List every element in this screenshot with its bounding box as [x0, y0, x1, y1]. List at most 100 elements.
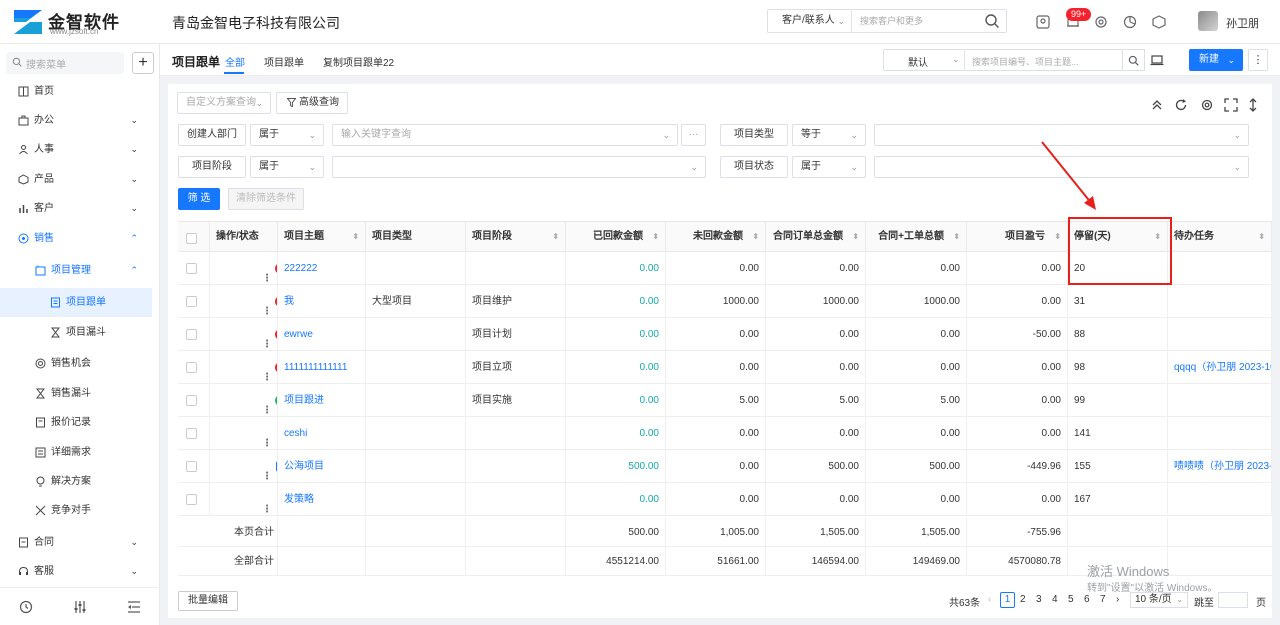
more-actions-icon[interactable]: ⋮ [262, 295, 272, 318]
page-6[interactable]: 6 [1084, 594, 1090, 605]
row-checkbox[interactable] [186, 428, 197, 439]
header-select-all[interactable] [178, 222, 210, 252]
column-header-subject[interactable]: 项目主题 ⬍ [278, 222, 366, 252]
global-search-input[interactable]: 搜索客户和更多 [860, 10, 923, 32]
add-menu-button[interactable]: + [132, 52, 154, 74]
sidebar-item-home[interactable]: 首页 [0, 77, 160, 106]
filter-op-creator-dept[interactable]: 属于 ⌄ [250, 124, 324, 146]
page-1[interactable]: 1 [1000, 592, 1015, 608]
table-row[interactable]: ⋮ 公海项目 500.00 0.00 500.00 500.00 -449.96 155 啧啧啧… [178, 450, 1272, 483]
sidebar-item-customer[interactable]: 客户 ⌄ [0, 194, 160, 223]
pie-chart-icon[interactable] [1121, 12, 1139, 32]
page-size-select[interactable]: 10 条/页 ⌄ [1130, 592, 1188, 608]
sidebar-item-office[interactable]: 办公 ⌄ [0, 106, 160, 135]
tab-all[interactable]: 全部 [225, 54, 245, 69]
sidebar-item-sales-opportunity[interactable]: 销售机会 [0, 349, 160, 378]
laptop-icon[interactable] [1150, 53, 1164, 67]
more-actions-icon[interactable]: ⋮ [262, 493, 272, 516]
project-search-button[interactable] [1123, 49, 1145, 71]
sidebar-item-contract[interactable]: 合同 ⌄ [0, 528, 160, 557]
more-actions-icon[interactable]: ⋮ [262, 328, 272, 351]
sidebar-item-quotes[interactable]: 报价记录 [0, 408, 160, 437]
cell-subject[interactable]: ewrwe [278, 318, 366, 351]
fullscreen-icon[interactable] [1224, 98, 1238, 112]
sidebar-item-project-tracking[interactable]: 项目跟单 [0, 288, 152, 317]
more-actions-icon[interactable]: ⋮ [262, 460, 272, 483]
sidebar-item-sales[interactable]: 销售 ⌃ [0, 224, 160, 253]
contacts-icon[interactable] [1034, 12, 1052, 32]
cell-subject[interactable]: 项目跟进 [278, 384, 366, 417]
row-checkbox[interactable] [186, 296, 197, 307]
next-page-button[interactable]: › [1116, 594, 1119, 605]
column-header-profit[interactable]: 项目盈亏 ⬍ [967, 222, 1068, 252]
cell-subject[interactable]: 发策略 [278, 483, 366, 516]
filter-value-creator-dept[interactable]: 输入关键字查询 ⌄ [332, 124, 678, 146]
more-actions-icon[interactable]: ⋮ [262, 361, 272, 384]
cell-subject[interactable]: 222222 [278, 252, 366, 285]
sort-icon[interactable]: ⬍ [652, 222, 659, 252]
sidebar-item-hr[interactable]: 人事 ⌄ [0, 135, 160, 164]
column-header-received[interactable]: 已回款金额 ⬍ [566, 222, 666, 252]
filter-op-project-status[interactable]: 属于 ⌄ [792, 156, 866, 178]
search-type-select[interactable]: 客户/联系人 ⌄ [768, 10, 852, 32]
sidebar-item-solutions[interactable]: 解决方案 [0, 467, 160, 496]
row-checkbox[interactable] [186, 362, 197, 373]
column-header-unreceived[interactable]: 未回款金额 ⬍ [666, 222, 766, 252]
row-height-icon[interactable] [1246, 98, 1260, 112]
filter-value-project-stage[interactable]: ⌄ [332, 156, 706, 178]
sidebar-item-competitors[interactable]: 竞争对手 [0, 496, 160, 525]
column-header-contract[interactable]: 合同订单总金额 ⬍ [766, 222, 866, 252]
menu-search-input[interactable]: 搜索菜单 [6, 52, 124, 74]
select-all-checkbox[interactable] [186, 233, 197, 244]
page-7[interactable]: 7 [1100, 594, 1106, 605]
gear-icon[interactable] [1200, 98, 1214, 112]
collapse-menu-icon[interactable] [127, 600, 141, 614]
collapse-up-icon[interactable] [1150, 98, 1164, 112]
view-select[interactable]: 默认 ⌄ 搜索项目编号、项目主题... [883, 49, 1123, 71]
batch-edit-button[interactable]: 批量编辑 [178, 591, 238, 611]
sort-icon[interactable]: ⬍ [1258, 222, 1265, 252]
cube-icon[interactable] [1150, 12, 1168, 32]
sliders-icon[interactable] [73, 600, 87, 614]
page-5[interactable]: 5 [1068, 594, 1074, 605]
sidebar-item-service[interactable]: 客服 ⌄ [0, 557, 160, 586]
more-options-button[interactable]: ⋮ [1248, 49, 1268, 71]
filter-op-project-type[interactable]: 等于 ⌄ [792, 124, 866, 146]
goto-page-input[interactable] [1218, 592, 1248, 608]
column-header-stage[interactable]: 项目阶段 ⬍ [466, 222, 566, 252]
filter-button[interactable]: 筛 选 [178, 188, 220, 210]
clear-filter-button[interactable]: 清除筛选条件 [228, 188, 304, 210]
table-row[interactable]: ⋮ 1111111111111 项目立项 0.00 0.00 0.00 0.00 0.00 98… [178, 351, 1272, 384]
column-header-total[interactable]: 合同+工单总额 ⬍ [866, 222, 967, 252]
page-2[interactable]: 2 [1020, 594, 1026, 605]
gear-icon[interactable] [1092, 12, 1110, 32]
row-checkbox[interactable] [186, 461, 197, 472]
sort-icon[interactable]: ⬍ [752, 222, 759, 252]
sidebar-item-product[interactable]: 产品 ⌄ [0, 165, 160, 194]
sidebar-item-project-management[interactable]: 项目管理 ⌃ [0, 256, 160, 285]
cell-subject[interactable]: 1111111111111 [278, 351, 366, 384]
sort-icon[interactable]: ⬍ [852, 222, 859, 252]
search-icon[interactable] [984, 13, 1000, 29]
filter-op-project-stage[interactable]: 属于 ⌄ [250, 156, 324, 178]
page-4[interactable]: 4 [1052, 594, 1058, 605]
new-button[interactable]: 新建 ⌄ [1189, 49, 1243, 71]
sort-icon[interactable]: ⬍ [1054, 222, 1061, 252]
sort-icon[interactable]: ⬍ [352, 222, 359, 252]
prev-page-button[interactable]: ‹ [988, 594, 991, 605]
column-header-tasks[interactable]: 待办任务 ⬍ [1168, 222, 1272, 252]
row-checkbox[interactable] [186, 263, 197, 274]
sidebar-item-requirements[interactable]: 详细需求 [0, 438, 160, 467]
row-checkbox[interactable] [186, 494, 197, 505]
table-row[interactable]: ⋮ 发策略 0.00 0.00 0.00 0.00 0.00 167 [178, 483, 1272, 516]
tab-project-tracking[interactable]: 项目跟单 [264, 54, 304, 69]
history-icon[interactable] [19, 600, 33, 614]
row-checkbox[interactable] [186, 395, 197, 406]
cell-subject[interactable]: ceshi [278, 417, 366, 450]
tab-copied-project-tracking[interactable]: 复制项目跟单22 [323, 54, 394, 69]
table-row[interactable]: ⋮ ceshi 0.00 0.00 0.00 0.00 0.00 141 [178, 417, 1272, 450]
sidebar-item-project-funnel[interactable]: 项目漏斗 [0, 318, 160, 347]
page-3[interactable]: 3 [1036, 594, 1042, 605]
cell-subject[interactable]: 公海项目 [278, 450, 366, 483]
advanced-query-button[interactable]: 高级查询 [276, 92, 348, 114]
